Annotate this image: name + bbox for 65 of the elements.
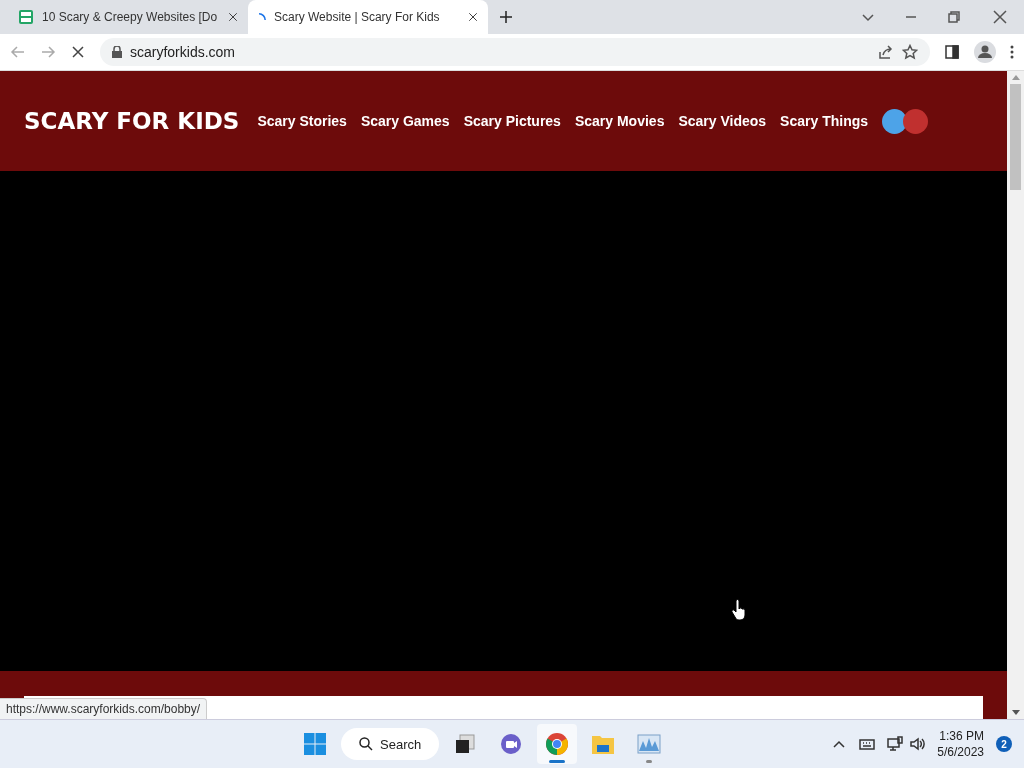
document-icon (18, 9, 34, 25)
link-status-bubble: https://www.scaryforkids.com/bobby/ (0, 698, 208, 719)
volume-button[interactable] (909, 736, 926, 752)
minimize-icon (906, 16, 916, 18)
network-icon (887, 736, 904, 752)
scroll-up-icon (1011, 75, 1020, 80)
nav-link[interactable]: Scary Games (360, 113, 450, 129)
notification-badge[interactable]: 2 (996, 736, 1012, 752)
theme-dot[interactable] (903, 108, 929, 134)
back-arrow-icon (10, 44, 26, 60)
side-panel-button[interactable] (944, 44, 960, 60)
task-view-icon (453, 733, 476, 755)
scroll-thumb[interactable] (1010, 84, 1021, 190)
search-icon (358, 736, 375, 752)
browser-tab[interactable]: Scary Website | Scary For Kids (248, 0, 488, 34)
date-text: 5/6/2023 (937, 744, 984, 760)
address-bar[interactable]: scaryforkids.com (100, 38, 930, 66)
tab-title: 10 Scary & Creepy Websites [Do (42, 10, 219, 24)
browser-tab[interactable]: 10 Scary & Creepy Websites [Do (8, 0, 248, 34)
side-panel-icon (944, 44, 960, 60)
restore-icon (946, 9, 962, 25)
hand-cursor-icon (731, 599, 747, 621)
stop-loading-button[interactable] (70, 44, 86, 60)
video-chat-icon (499, 733, 522, 755)
bookmark-button[interactable] (902, 44, 918, 60)
close-tab-button[interactable] (228, 12, 238, 22)
keyboard-button[interactable] (859, 736, 876, 752)
windows-logo-icon (302, 732, 327, 756)
close-icon (228, 12, 238, 22)
loading-spinner-icon (258, 13, 266, 21)
menu-icon (1010, 45, 1014, 59)
plus-icon (498, 9, 514, 25)
nav-link[interactable]: Scary Pictures (463, 113, 561, 129)
speaker-icon (909, 736, 926, 752)
lock-icon (112, 46, 122, 58)
close-icon (992, 9, 1008, 25)
close-icon (468, 12, 478, 22)
avatar-icon (974, 41, 996, 63)
restore-button[interactable] (946, 9, 962, 25)
menu-button[interactable] (1010, 45, 1014, 59)
nav-link[interactable]: Scary Videos (678, 113, 767, 129)
scroll-down-icon (1011, 710, 1020, 715)
site-logo[interactable]: SCARY FOR KIDS (24, 108, 240, 134)
taskbar-search[interactable]: Search (340, 728, 439, 760)
tab-title: Scary Website | Scary For Kids (274, 10, 441, 24)
share-button[interactable] (878, 44, 894, 60)
close-icon (70, 44, 86, 60)
nav-link[interactable]: Scary Movies (574, 113, 665, 129)
close-tab-button[interactable] (468, 12, 478, 22)
time-text: 1:36 PM (939, 728, 984, 744)
nav-link[interactable]: Scary Stories (257, 113, 347, 129)
clock[interactable]: 1:36 PM 5/6/2023 (937, 728, 984, 760)
new-tab-button[interactable] (498, 9, 514, 25)
close-window-button[interactable] (992, 9, 1008, 25)
url-text: scaryforkids.com (130, 44, 236, 60)
star-icon (902, 44, 918, 60)
share-icon (878, 44, 894, 60)
keyboard-icon (859, 736, 876, 752)
network-button[interactable] (887, 736, 904, 752)
browser-icon (544, 732, 569, 756)
performance-monitor-icon (636, 733, 661, 755)
nav-link[interactable]: Scary Things (780, 113, 869, 129)
forward-arrow-icon (40, 44, 56, 60)
folder-icon (590, 733, 615, 755)
profile-button[interactable] (974, 41, 996, 63)
